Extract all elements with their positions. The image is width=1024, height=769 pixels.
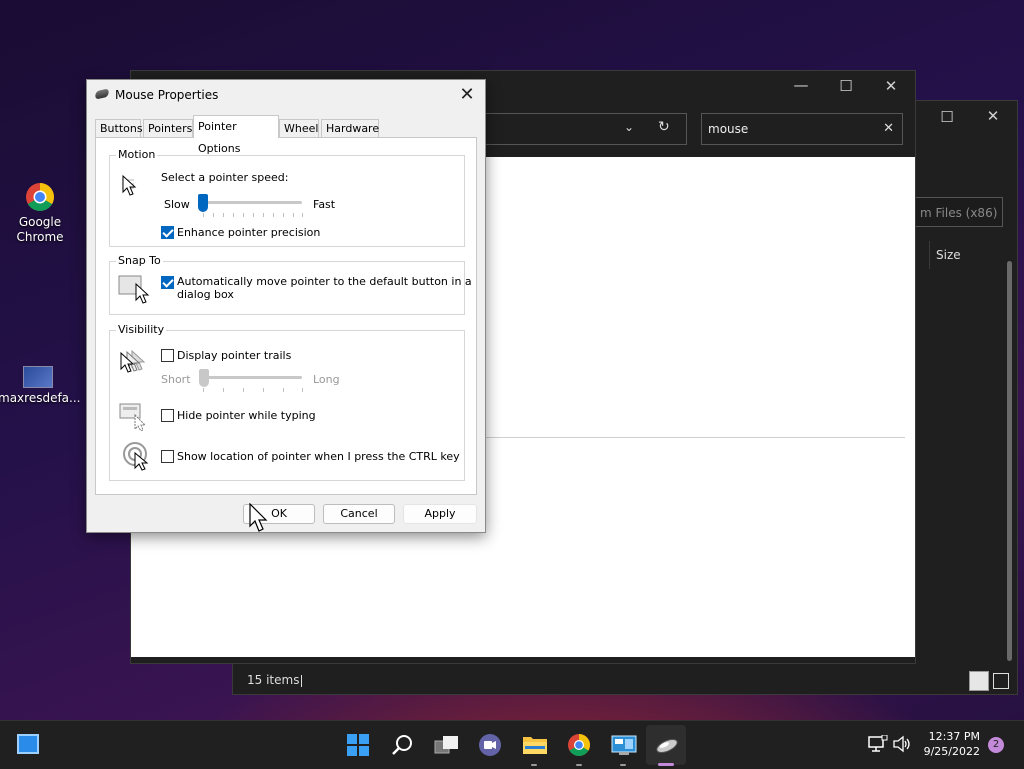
tab-wheel[interactable]: Wheel [279,119,319,137]
address-bar[interactable]: ⌄ ↻ [471,113,687,145]
clock-date: 9/25/2022 [923,745,980,758]
hide-pointer-typing-checkbox[interactable] [161,409,174,422]
hide-pointer-icon [119,403,149,434]
image-file-icon [23,366,53,388]
tab-hardware[interactable]: Hardware [321,119,379,137]
file-explorer-icon[interactable] [522,733,547,757]
snap-to-group: Snap To Automatically move pointer to th… [109,254,472,315]
status-item-count: 15 items [247,673,300,687]
clock-time: 12:37 PM [928,730,980,743]
running-indicator [576,764,582,766]
minimize-icon[interactable]: — [789,75,813,95]
show-location-checkbox[interactable] [161,450,174,463]
pointer-trails-icon [118,349,148,376]
trails-slider-ticks [203,388,303,392]
tab-pointer-options[interactable]: Pointer Options [193,115,279,155]
mouse-properties-dialog[interactable]: Mouse Properties ✕ Buttons Pointers Poin… [86,79,486,533]
desktop-icon-image[interactable]: maxresdefa... [0,366,81,406]
pointer-trails-checkbox[interactable] [161,349,174,362]
content-divider [481,437,905,438]
details-view-icon[interactable] [969,671,989,691]
notification-badge[interactable]: 2 [988,737,1004,753]
speed-slider-thumb[interactable] [198,194,208,212]
control-panel-icon[interactable] [611,733,637,757]
cancel-button[interactable]: Cancel [323,504,395,524]
search-input-value: mouse [708,122,749,136]
trails-slider-track [202,376,302,379]
active-indicator [658,763,674,766]
pointer-options-panel: Motion Select a pointer speed: Slow Fast… [95,137,477,495]
mouse-cursor-icon [249,502,269,536]
group-label: Visibility [116,323,167,336]
close-icon[interactable]: ✕ [457,84,477,105]
chevron-down-icon[interactable]: ⌄ [624,120,634,134]
show-location-icon [121,441,151,474]
enhance-precision-label[interactable]: Enhance pointer precision [177,226,320,239]
widgets-icon[interactable] [17,734,39,754]
speed-slider-ticks [203,213,303,217]
search-result-folder[interactable]: m Files (x86) [913,197,1003,227]
pointer-trails-label[interactable]: Display pointer trails [177,349,291,362]
search-input[interactable]: mouse ✕ [701,113,903,145]
horizontal-scrollbar[interactable] [131,657,915,663]
task-view-icon[interactable] [434,733,458,757]
mouse-icon [94,88,110,100]
network-icon[interactable] [868,734,888,753]
tab-buttons[interactable]: Buttons [95,119,143,137]
status-divider [301,675,302,687]
snap-to-checkbox[interactable] [161,276,174,289]
short-label: Short [161,373,191,386]
running-indicator [620,764,626,766]
running-indicator [531,764,537,766]
start-icon[interactable] [346,733,370,757]
chrome-icon [25,182,55,212]
show-location-label[interactable]: Show location of pointer when I press th… [177,450,460,463]
apply-button[interactable]: Apply [403,504,477,524]
long-label: Long [313,373,340,386]
close-icon[interactable]: ✕ [879,76,903,96]
group-label: Motion [116,148,158,161]
enhance-precision-checkbox[interactable] [161,226,174,239]
dialog-title: Mouse Properties [115,88,219,102]
fast-label: Fast [313,198,336,211]
desktop-icon-label: maxresdefa... [0,391,81,405]
column-header-size[interactable]: Size [929,241,961,269]
chrome-icon[interactable] [567,733,591,757]
speed-slider-track[interactable] [202,201,302,204]
close-icon[interactable]: ✕ [981,106,1005,126]
desktop-icon-chrome[interactable]: Google Chrome [0,182,80,245]
refresh-icon[interactable]: ↻ [658,119,670,135]
pointer-speed-icon [120,174,146,201]
group-label: Snap To [116,254,163,267]
maximize-icon[interactable]: ☐ [834,76,858,96]
tab-pointers[interactable]: Pointers [143,119,193,137]
hide-pointer-typing-label[interactable]: Hide pointer while typing [177,409,316,422]
desktop-icon-label: Google Chrome [16,215,64,244]
snap-to-label-line2[interactable]: dialog box [177,288,234,301]
snap-to-icon [118,274,150,307]
visibility-group: Visibility Display pointer trails Short … [109,323,465,481]
teams-chat-icon[interactable] [478,733,502,757]
vertical-scrollbar[interactable] [1007,261,1012,661]
taskbar-clock[interactable]: 12:37 PM 9/25/2022 [924,729,980,759]
taskbar: 12:37 PM 9/25/2022 2 [0,720,1024,769]
volume-icon[interactable] [892,735,912,753]
clear-search-icon[interactable]: ✕ [883,114,894,144]
motion-group: Motion Select a pointer speed: Slow Fast… [109,148,465,247]
maximize-icon[interactable]: ☐ [935,107,959,127]
trails-slider-thumb [199,369,209,387]
snap-to-label-line1[interactable]: Automatically move pointer to the defaul… [177,275,472,288]
speed-label: Select a pointer speed: [161,171,289,184]
slow-label: Slow [164,198,190,211]
mouse-properties-icon[interactable] [654,733,678,757]
search-icon[interactable] [391,733,415,757]
tiles-view-icon[interactable] [993,673,1009,689]
